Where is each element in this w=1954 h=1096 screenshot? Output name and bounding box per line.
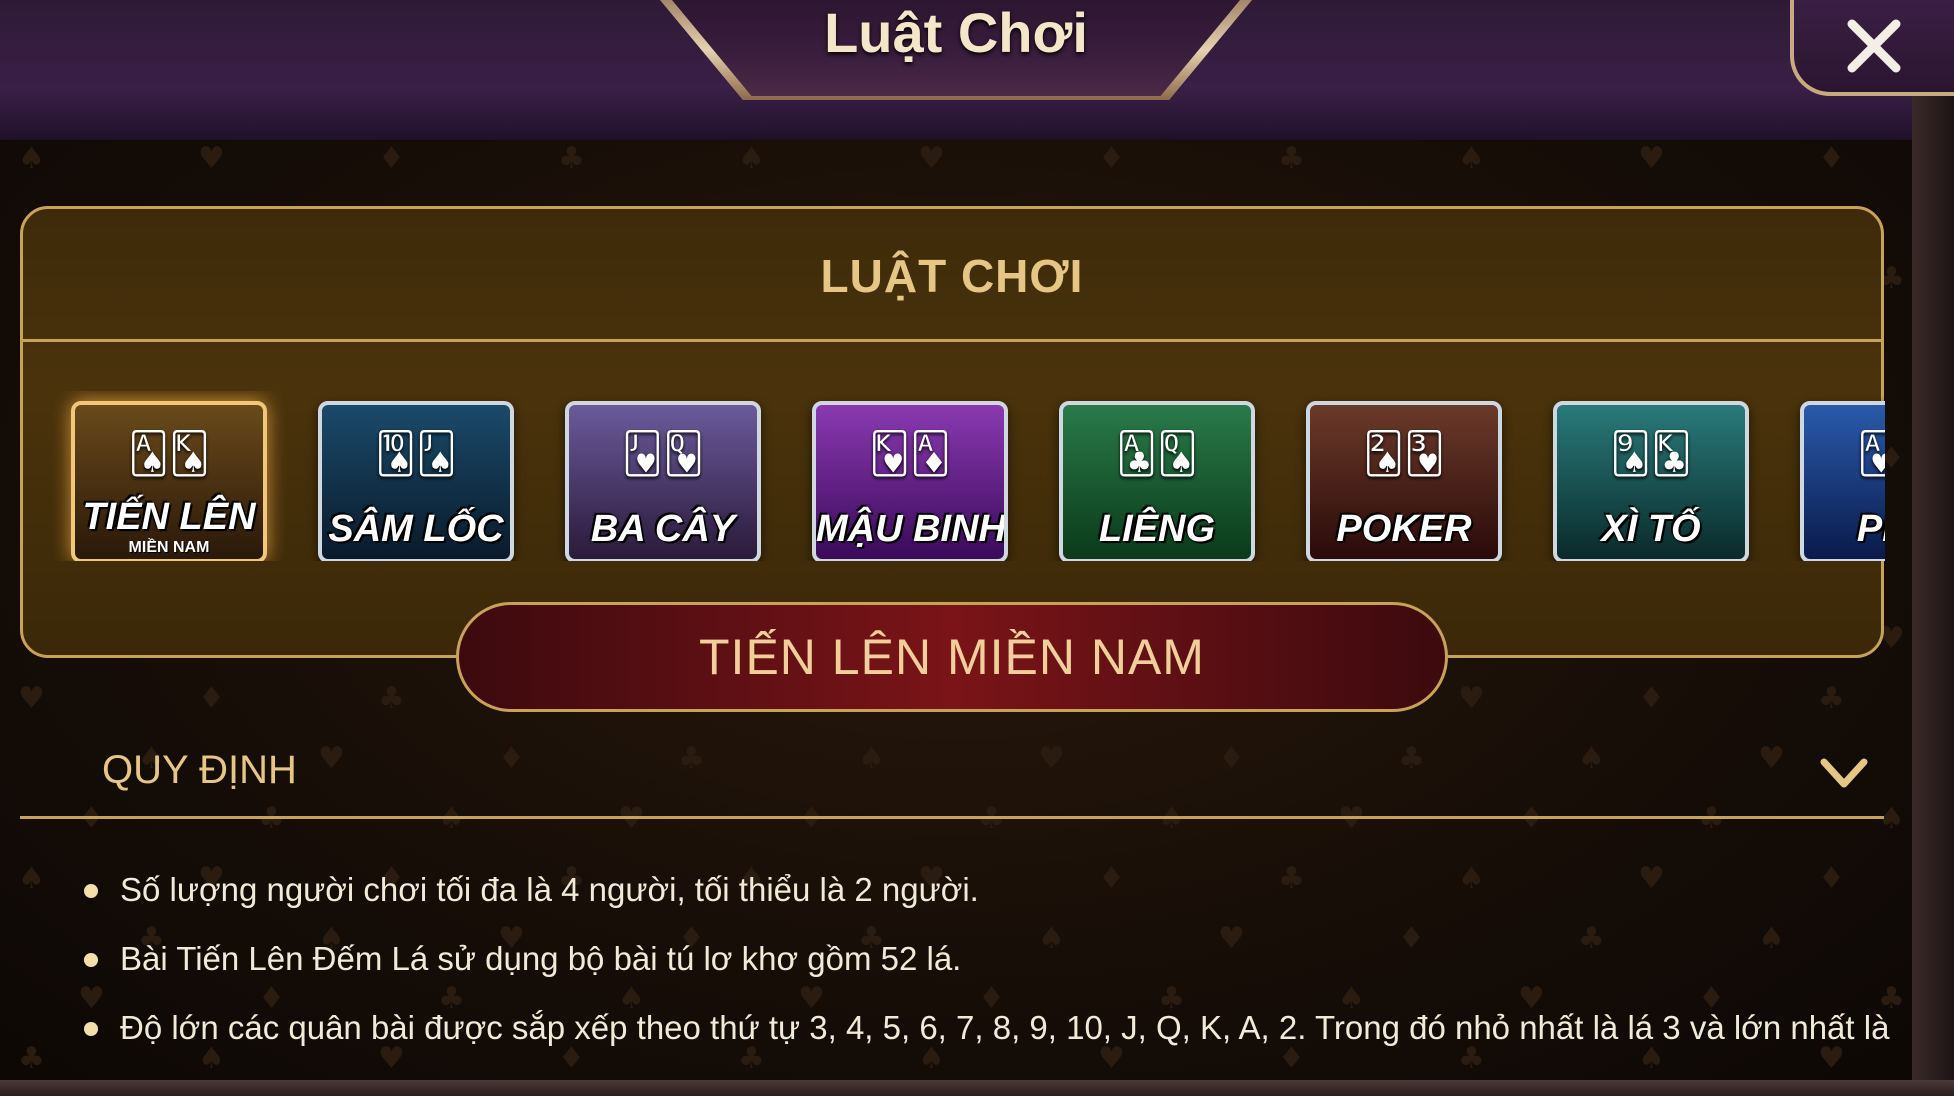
rule-text: Độ lớn các quân bài được sắp xếp theo th… (120, 1009, 1890, 1046)
game-tile-label: MẬU BINH (816, 508, 1006, 550)
panel-divider (23, 339, 1881, 342)
rule-item: Độ lớn các quân bài được sắp xếp theo th… (80, 1008, 1900, 1077)
rules-section-title: QUY ĐỊNH (102, 748, 297, 792)
suit-pattern: ♠ (18, 861, 45, 896)
suit-pattern: ♦ (378, 141, 405, 176)
close-icon (1847, 19, 1901, 73)
game-tile[interactable]: 🂱🃋 PHỎ (1800, 401, 1885, 561)
card-art: 🂩🃞 (1610, 431, 1692, 477)
rule-text: Bài Tiến Lên Đếm Lá sử dụng bộ bài tú lơ… (120, 940, 962, 977)
bullet-icon (84, 953, 98, 967)
suit-pattern: ♥ (1458, 681, 1485, 716)
suit-pattern: ♥ (18, 681, 45, 716)
selected-game-banner: TIẾN LÊN MIỀN NAM (456, 602, 1448, 712)
card-art: 🂪🂫 (375, 431, 457, 477)
game-tile-label: BA CÂY (590, 508, 736, 550)
suit-pattern: ♣ (558, 141, 585, 176)
suit-pattern: ♣ (18, 1041, 45, 1076)
game-tile[interactable]: 🂢🂳 POKER (1306, 401, 1502, 561)
suit-pattern: ♥ (1638, 141, 1665, 176)
rule-item: Bài Tiến Lên Đếm Lá sử dụng bộ bài tú lơ… (80, 939, 1900, 1008)
suit-pattern: ♦ (1818, 141, 1845, 176)
game-tile-label: POKER (1336, 508, 1472, 550)
card-art: 🂡🂮 (128, 431, 210, 477)
rule-item: Số lượng người chơi tối đa là 4 người, t… (80, 870, 1900, 939)
bullet-icon (84, 1022, 98, 1036)
bullet-icon (84, 884, 98, 898)
dialog-title: Luật Chơi (824, 1, 1088, 64)
suit-pattern: ♠ (738, 141, 765, 176)
right-rail (1912, 0, 1954, 1096)
game-tile[interactable]: 🂡🂮 TIẾN LÊN MIỀN NAM (71, 401, 267, 561)
rules-list: Số lượng người chơi tối đa là 4 người, t… (80, 870, 1900, 1077)
rule-text: Số lượng người chơi tối đa là 4 người, t… (120, 871, 979, 908)
game-tile-label: SÂM LỐC (328, 508, 504, 550)
suit-pattern: ♦ (1638, 681, 1665, 716)
game-tile-label: XÌ TỐ (1601, 508, 1701, 550)
card-art: 🂢🂳 (1363, 431, 1445, 477)
game-tile[interactable]: 🂻🂽 BA CÂY (565, 401, 761, 561)
game-tile[interactable]: 🂾🃁 MẬU BINH (812, 401, 1008, 561)
card-art: 🃑🂭 (1116, 431, 1198, 477)
game-tile-label: TIẾN LÊN (82, 496, 256, 538)
suit-pattern: ♣ (1818, 681, 1845, 716)
close-button[interactable] (1790, 0, 1954, 96)
suit-pattern: ♠ (1458, 141, 1485, 176)
suit-pattern: ♥ (918, 141, 945, 176)
game-tile-label: PHỎ (1856, 508, 1885, 550)
suit-pattern: ♥ (198, 141, 225, 176)
game-tile-sublabel: MIỀN NAM (128, 539, 210, 556)
game-tile-label: LIÊNG (1098, 508, 1216, 550)
panel-title: LUẬT CHƠI (820, 250, 1084, 302)
suit-pattern: ♣ (378, 681, 405, 716)
game-list: 🂡🂮 TIẾN LÊN MIỀN NAM 🂪🂫 SÂM LỐC 🂻🂽 BA CÂY 🂾🃁 MẬU… (51, 391, 1885, 561)
suit-pattern: ♦ (1098, 141, 1125, 176)
game-tile[interactable]: 🂩🃞 XÌ TỐ (1553, 401, 1749, 561)
card-art: 🂻🂽 (621, 431, 705, 477)
card-art: 🂾🃁 (869, 431, 951, 477)
suit-pattern: ♠ (18, 141, 45, 176)
game-tile[interactable]: 🂪🂫 SÂM LỐC (318, 401, 514, 561)
game-tile[interactable]: 🃑🂭 LIÊNG (1059, 401, 1255, 561)
bottom-rail (0, 1080, 1954, 1096)
chevron-down-icon[interactable] (1820, 756, 1868, 792)
card-art: 🂱🃋 (1857, 431, 1885, 477)
suit-pattern: ♦ (198, 681, 225, 716)
suit-pattern: ♣ (1278, 141, 1305, 176)
selected-game-title: TIẾN LÊN MIỀN NAM (699, 629, 1205, 685)
rules-section-header[interactable]: QUY ĐỊNH (20, 740, 1884, 819)
game-panel: LUẬT CHƠI 🂡🂮 TIẾN LÊN MIỀN NAM 🂪🂫 SÂM LỐC 🂻🂽 B… (20, 206, 1885, 658)
